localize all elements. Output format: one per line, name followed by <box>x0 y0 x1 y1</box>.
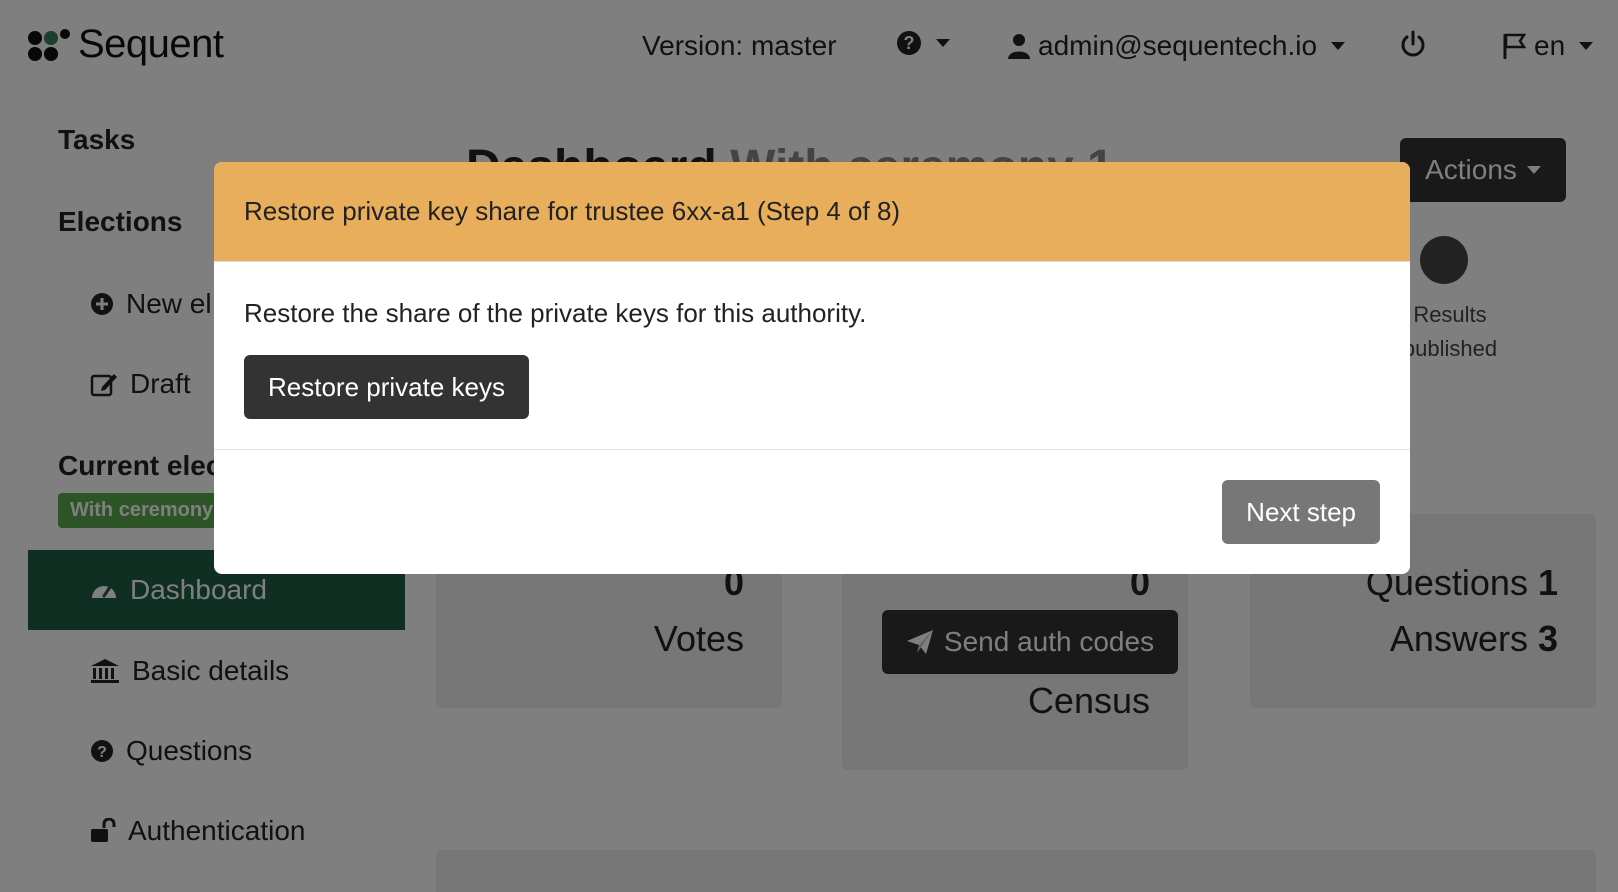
modal-header: Restore private key share for trustee 6x… <box>214 162 1410 262</box>
modal-body-text: Restore the share of the private keys fo… <box>244 298 867 328</box>
modal-footer: Next step <box>214 450 1410 574</box>
restore-key-modal: Restore private key share for trustee 6x… <box>214 162 1410 574</box>
next-step-button[interactable]: Next step <box>1222 480 1380 544</box>
modal-body: Restore the share of the private keys fo… <box>214 262 1410 450</box>
modal-title: Restore private key share for trustee 6x… <box>244 196 901 226</box>
restore-private-keys-button[interactable]: Restore private keys <box>244 355 529 419</box>
